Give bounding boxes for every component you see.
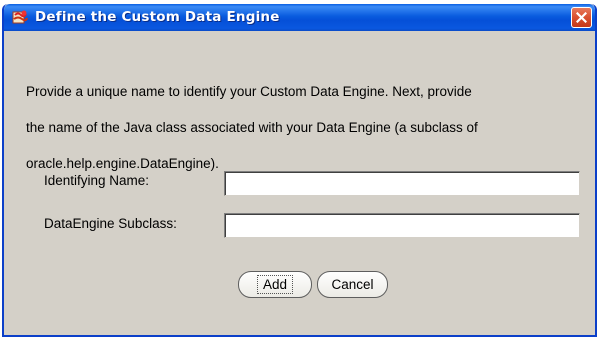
dataengine-subclass-label: DataEngine Subclass: [44, 216, 177, 231]
window-title: Define the Custom Data Engine [35, 9, 280, 25]
dataengine-subclass-input[interactable] [224, 213, 580, 238]
close-icon [576, 12, 587, 23]
app-icon [12, 9, 28, 25]
cancel-button[interactable]: Cancel [317, 271, 388, 298]
add-button[interactable]: Add [238, 271, 312, 298]
description-line: the name of the Java class associated wi… [26, 120, 478, 135]
title-bar[interactable]: Define the Custom Data Engine [4, 4, 595, 31]
identifying-name-input[interactable] [224, 171, 580, 196]
description-line: Provide a unique name to identify your C… [26, 84, 472, 99]
dialog-content: Provide a unique name to identify your C… [4, 31, 595, 335]
add-button-label: Add [256, 275, 294, 294]
close-button[interactable] [571, 7, 592, 28]
identifying-name-label: Identifying Name: [44, 173, 150, 188]
dialog-window: Define the Custom Data Engine Provide a … [2, 4, 597, 337]
cancel-button-label: Cancel [331, 277, 374, 292]
